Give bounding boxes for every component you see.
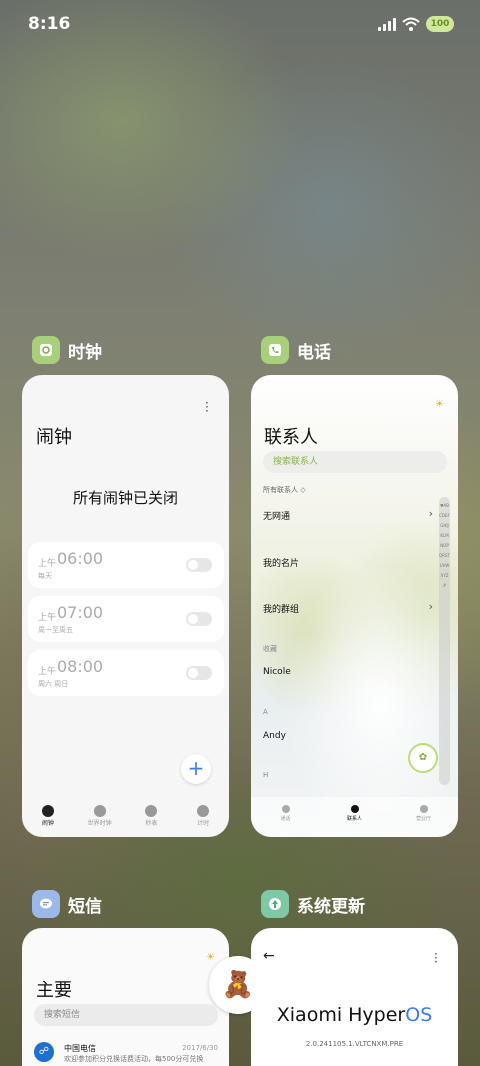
alarm-ampm: 上午 (38, 667, 57, 677)
tab-label: 闹钟 (41, 820, 54, 827)
alarm-toggle[interactable] (186, 666, 212, 680)
clock-card[interactable]: · · · 闹钟 所有闹钟已关闭 上午 06:00 每天 上午 07:00 周一至周… (22, 375, 229, 837)
thread-date: 2017/6/30 (182, 1044, 218, 1052)
alphabet-index-bar[interactable]: ♥ABCDEFGHIJKLMNOPQRSTUVWXYZ# (439, 497, 450, 785)
row-label: 无网通 (263, 512, 291, 522)
tab-contacts[interactable]: 联系人 (320, 797, 389, 837)
updater-app-icon (261, 890, 289, 918)
clock-app-icon (32, 336, 60, 364)
alarm-item[interactable]: 上午 07:00 周一至周五 (28, 596, 224, 642)
tab-label: 计时 (197, 820, 210, 827)
wifi-icon (402, 17, 420, 31)
messages-title: 主要 (36, 980, 72, 1001)
app-label-clock[interactable]: 时钟 (32, 336, 102, 364)
messages-app-icon (32, 890, 60, 918)
tab-alarm[interactable]: 闹钟 (22, 801, 74, 837)
contacts-row[interactable]: 我的名片 (263, 556, 433, 569)
messages-card[interactable]: ☀ 主要 搜索短信 ☍ 中国电信 2017/6/30 欢迎参加积分兑换话费活动，… (22, 928, 229, 1066)
alarm-time: 06:00 (57, 549, 104, 568)
contacts-search-input[interactable]: 搜索联系人 (263, 451, 447, 473)
tab-label: 通话 (280, 816, 291, 822)
row-label: 我的群组 (263, 605, 300, 615)
phone-tab-bar: 通话 联系人 营业厅 (251, 797, 458, 837)
sun-icon: ☀ (206, 952, 215, 963)
tab-label: 世界时钟 (87, 820, 112, 827)
contact-item[interactable]: Nicole (263, 667, 433, 677)
chevron-right-icon: › (428, 600, 433, 613)
dialpad-button[interactable]: ✿ (408, 743, 438, 773)
alarm-time: 07:00 (57, 603, 104, 622)
tab-calls[interactable]: 通话 (251, 797, 320, 837)
app-name-clock: 时钟 (68, 342, 102, 363)
app-label-messages[interactable]: 短信 (32, 890, 102, 918)
add-alarm-button[interactable]: + (181, 754, 211, 784)
os-brand-suffix: OS (405, 1004, 433, 1026)
china-telecom-avatar: ☍ (34, 1042, 54, 1062)
os-brand-name: Xiaomi Hyper (276, 1004, 406, 1026)
signal-icon (378, 17, 396, 31)
back-arrow-icon[interactable]: ← (263, 948, 275, 964)
calls-icon (281, 805, 290, 813)
app-label-phone[interactable]: 电话 (261, 336, 331, 364)
contacts-row[interactable]: 无网通 › (263, 507, 433, 522)
app-name-phone: 电话 (297, 342, 331, 363)
alarm-item[interactable]: 上午 08:00 周六 周日 (28, 650, 224, 696)
tab-world-clock[interactable]: 世界时钟 (74, 801, 126, 837)
tab-stopwatch[interactable]: 秒表 (126, 801, 178, 837)
status-time: 8:16 (28, 14, 71, 34)
index-letters: ♥ABCDEFGHIJKLMNOPQRSTUVWXYZ# (439, 503, 450, 588)
updater-card[interactable]: ← · · · Xiaomi HyperOS 2.0.241105.1.VLTCNX… (251, 928, 458, 1066)
row-label: 我的名片 (263, 559, 300, 569)
battery-icon: 100 (426, 16, 454, 32)
alarm-repeat: 周六 周日 (38, 680, 69, 688)
contacts-title: 联系人 (264, 427, 318, 448)
alarm-time: 08:00 (57, 657, 104, 676)
section-header: H (263, 771, 269, 779)
tab-label: 联系人 (346, 816, 362, 822)
chevron-right-icon: › (428, 507, 433, 520)
clock-title: 闹钟 (36, 427, 72, 448)
alarm-ampm: 上午 (38, 559, 57, 569)
app-name-updater: 系统更新 (297, 896, 365, 917)
favorites-header: 收藏 (263, 645, 277, 653)
stopwatch-icon (145, 805, 158, 817)
os-version: 2.0.241105.1.VLTCNXM.PRE (305, 1040, 404, 1048)
phone-card[interactable]: ☀ 联系人 搜索联系人 所有联系人 ◇ 无网通 › 我的名片 我的群组 › 收藏… (251, 375, 458, 837)
os-brand: Xiaomi HyperOS (251, 1004, 458, 1026)
contacts-filter[interactable]: 所有联系人 ◇ (263, 485, 306, 495)
service-hall-icon (419, 805, 428, 813)
alarm-clock-icon (41, 805, 54, 817)
app-name-messages: 短信 (68, 896, 102, 917)
thread-preview: 欢迎参加积分兑换话费活动，每500分可兑换 (64, 1055, 204, 1063)
alarm-item[interactable]: 上午 06:00 每天 (28, 542, 224, 588)
hourglass-icon (197, 805, 210, 817)
alarm-toggle[interactable] (186, 558, 212, 572)
alarm-toggle[interactable] (186, 612, 212, 626)
tab-label: 营业厅 (415, 816, 431, 822)
status-bar: 8:16 100 (0, 0, 480, 52)
clock-tab-bar: 闹钟 世界时钟 秒表 计时 (22, 801, 229, 837)
contacts-row[interactable]: 我的群组 › (263, 600, 433, 615)
status-icons: 100 (378, 16, 454, 32)
tab-service-hall[interactable]: 营业厅 (389, 797, 458, 837)
tab-label: 秒表 (145, 820, 158, 827)
contact-item[interactable]: Andy (263, 731, 433, 741)
sun-icon: ☀ (435, 399, 444, 410)
tab-timer[interactable]: 计时 (177, 801, 229, 837)
world-clock-icon (93, 805, 106, 817)
messages-search-input[interactable]: 搜索短信 (34, 1004, 218, 1026)
more-options-icon[interactable]: · · · (205, 397, 211, 417)
alarm-repeat: 周一至周五 (38, 626, 73, 634)
alarm-ampm: 上午 (38, 613, 57, 623)
alarm-repeat: 每天 (38, 572, 52, 580)
thread-sender: 中国电信 (64, 1044, 96, 1053)
alarms-off-message: 所有闹钟已关闭 (72, 489, 178, 507)
more-options-icon[interactable]: · · · (434, 948, 440, 968)
phone-app-icon (261, 336, 289, 364)
app-label-updater[interactable]: 系统更新 (261, 890, 365, 918)
contacts-icon (350, 805, 359, 813)
section-header: A (263, 708, 268, 716)
